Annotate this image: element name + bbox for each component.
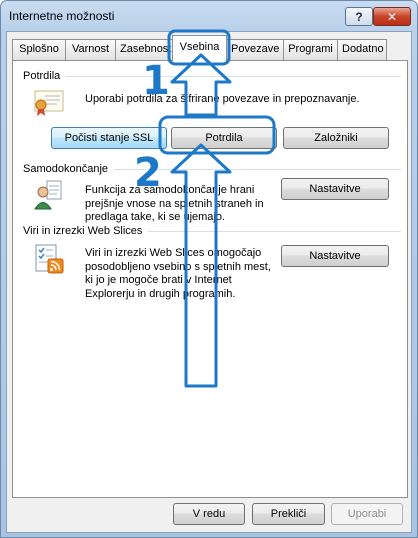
certificates-heading: Potrdila xyxy=(23,70,67,82)
tab-advanced[interactable]: Dodatno xyxy=(337,39,387,60)
cancel-button[interactable]: Prekliči xyxy=(252,503,325,525)
feeds-description-line: Explorerju in drugih programih. xyxy=(85,287,236,300)
certificate-icon xyxy=(34,90,64,116)
dialog-client-area: Splošno Varnost Zasebnost Vsebina Poveza… xyxy=(6,31,412,533)
help-button[interactable]: ? xyxy=(345,7,373,26)
tab-general[interactable]: Splošno xyxy=(12,39,66,60)
clear-ssl-state-button[interactable]: Počisti stanje SSL xyxy=(51,127,167,149)
step-number-2: 2 xyxy=(134,150,162,196)
certificates-divider xyxy=(23,76,401,77)
tab-content[interactable]: Vsebina xyxy=(172,35,227,61)
feeds-description-line: Viri in izrezki Web Slices omogočajo xyxy=(85,247,262,259)
certificates-description: Uporabi potrdila za šifrirane povezave i… xyxy=(85,93,360,105)
feeds-description: Viri in izrezki Web Slices omogočajo pos… xyxy=(85,247,271,301)
tab-connections[interactable]: Povezave xyxy=(226,39,284,60)
title-bar: Internetne možnosti ? ✕ xyxy=(1,1,417,31)
feeds-description-line: posodobljeno vsebino s spletnih mest, xyxy=(85,260,271,273)
tab-security[interactable]: Varnost xyxy=(65,39,116,60)
feeds-icon xyxy=(35,244,64,274)
feeds-description-line: ki jo je mogoče brati v Internet xyxy=(85,274,232,286)
autocomplete-description: Funkcija za samodokončanje hrani prejšnj… xyxy=(85,184,264,225)
certificates-button[interactable]: Potrdila xyxy=(171,127,277,149)
feeds-heading: Viri in izrezki Web Slices xyxy=(23,225,149,237)
content-tab-panel: Potrdila Uporabi potrdila za šifrirane p… xyxy=(12,60,408,498)
tab-privacy[interactable]: Zasebnost xyxy=(115,39,173,60)
apply-button: Uporabi xyxy=(331,503,403,525)
publishers-button[interactable]: Založniki xyxy=(283,127,389,149)
internet-options-window: Internetne možnosti ? ✕ Splošno Varnost … xyxy=(0,0,418,538)
tab-programs[interactable]: Programi xyxy=(283,39,338,60)
feeds-settings-button[interactable]: Nastavitve xyxy=(281,245,389,267)
autocomplete-description-line: prejšnje vnose na spletnih straneh in xyxy=(85,197,264,210)
autocomplete-description-line: predlaga take, ki se ujemajo. xyxy=(85,211,226,223)
step-number-1: 1 xyxy=(142,58,170,104)
autocomplete-user-icon xyxy=(34,180,62,210)
close-button[interactable]: ✕ xyxy=(373,7,411,26)
window-title: Internetne možnosti xyxy=(9,9,115,23)
autocomplete-description-line: Funkcija za samodokončanje hrani xyxy=(85,184,255,196)
autocomplete-settings-button[interactable]: Nastavitve xyxy=(281,178,389,200)
autocomplete-heading: Samodokončanje xyxy=(23,163,115,175)
ok-button[interactable]: V redu xyxy=(173,503,245,525)
